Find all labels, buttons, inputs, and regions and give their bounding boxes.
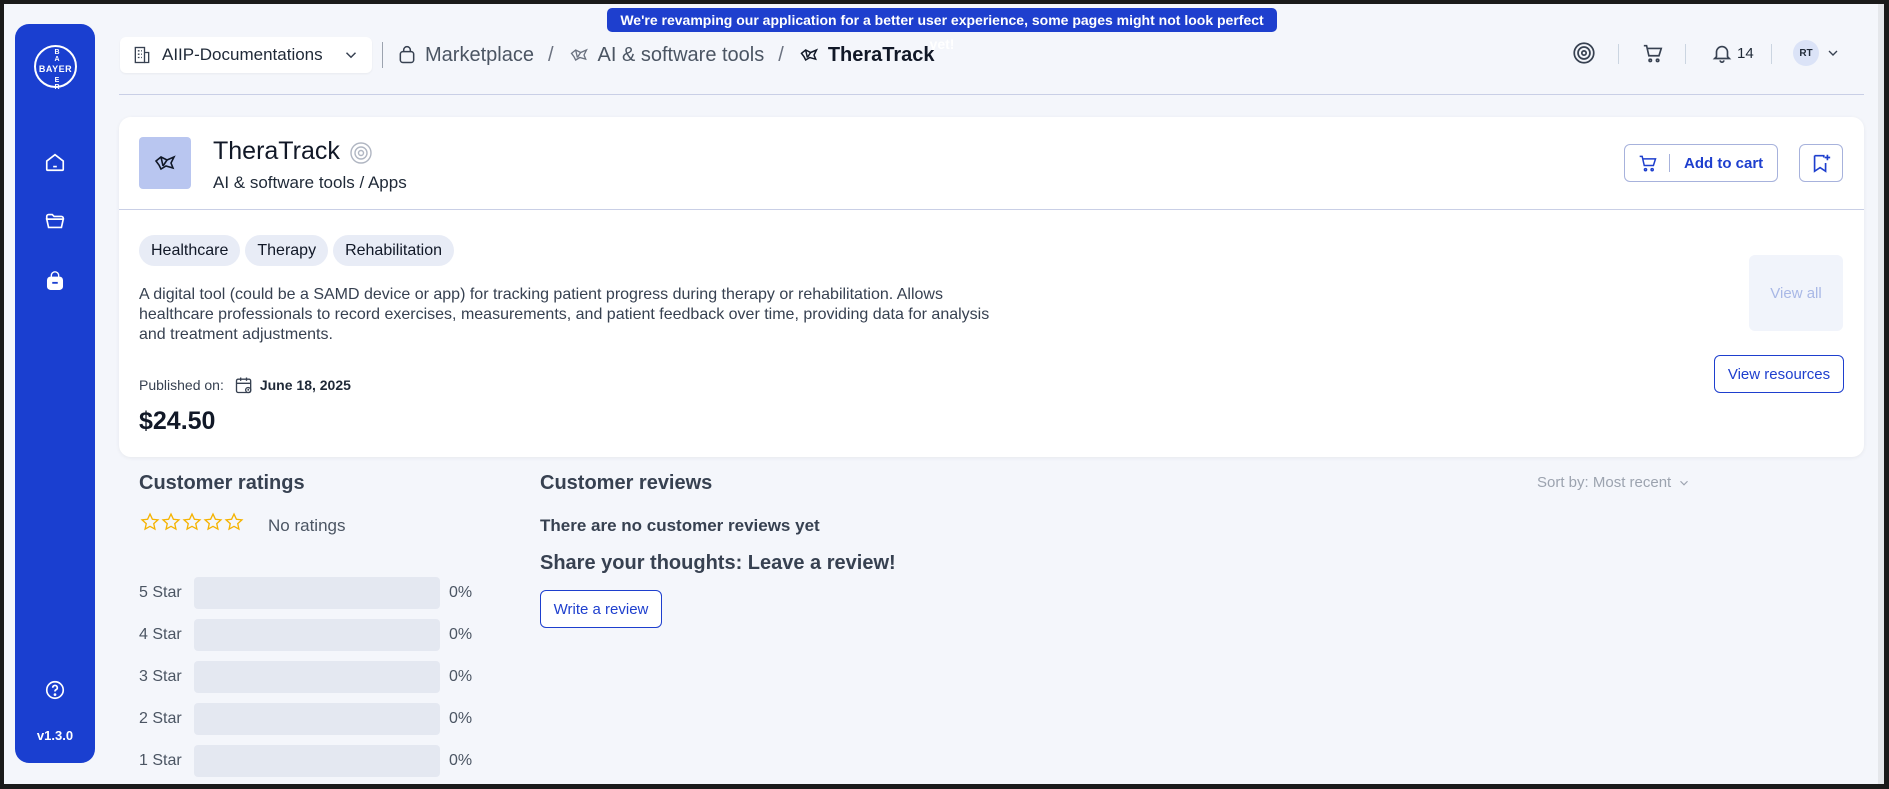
ai-tools-icon xyxy=(798,45,820,65)
logo-text-vertical: BAER xyxy=(54,49,60,91)
notifications-button[interactable]: 14 xyxy=(1711,38,1754,68)
customer-ratings-title: Customer ratings xyxy=(139,472,305,494)
rating-bar xyxy=(194,703,440,735)
tag[interactable]: Healthcare xyxy=(139,235,241,266)
product-description: A digital tool (could be a SAMD device o… xyxy=(139,286,990,343)
rating-row: 5 Star 0% xyxy=(139,577,479,609)
star-rating xyxy=(140,512,244,532)
rating-bar xyxy=(194,661,440,693)
organization-label: AIIP-Documentations xyxy=(162,45,323,64)
tag-list: Healthcare Therapy Rehabilitation xyxy=(139,235,455,266)
rating-row-label: 3 Star xyxy=(139,668,182,685)
star-icon xyxy=(203,512,223,531)
sort-label: Sort by: Most recent xyxy=(1537,474,1672,491)
settings-icon[interactable] xyxy=(1571,38,1597,68)
cart-icon xyxy=(1637,153,1659,173)
notification-count: 14 xyxy=(1737,44,1754,62)
rating-row-percent: 0% xyxy=(449,626,473,643)
chevron-down-icon xyxy=(1825,45,1841,61)
verified-badge-icon xyxy=(349,141,373,170)
bag-outline-icon xyxy=(397,44,417,66)
card-divider xyxy=(119,209,1864,210)
add-to-cart-label: Add to cart xyxy=(1684,154,1764,172)
rating-row: 4 Star 0% xyxy=(139,619,479,651)
rating-row-label: 2 Star xyxy=(139,710,182,727)
breadcrumb-marketplace[interactable]: Marketplace xyxy=(425,44,534,67)
breadcrumb: Marketplace / AI & software tools / Ther… xyxy=(397,40,935,70)
chevron-down-icon xyxy=(1677,476,1691,490)
rating-row-percent: 0% xyxy=(449,668,473,685)
write-review-button[interactable]: Write a review xyxy=(540,590,662,628)
add-to-cart-button[interactable]: Add to cart xyxy=(1624,144,1778,182)
star-icon xyxy=(182,512,202,531)
published-info: Published on: June 18, 2025 xyxy=(139,375,351,395)
header-divider xyxy=(382,42,383,68)
chevron-down-icon xyxy=(342,46,360,64)
published-date: June 18, 2025 xyxy=(259,377,351,393)
rating-row: 2 Star 0% xyxy=(139,703,479,735)
folder-icon[interactable] xyxy=(43,209,67,233)
rating-bar xyxy=(194,577,440,609)
ratings-summary: No ratings xyxy=(268,516,346,535)
help-icon[interactable] xyxy=(43,678,67,702)
view-resources-button[interactable]: View resources xyxy=(1714,355,1844,393)
bell-icon xyxy=(1711,42,1733,64)
toolbar-divider xyxy=(1685,44,1686,64)
avatar: RT xyxy=(1793,40,1819,66)
toolbar-divider xyxy=(1618,44,1619,64)
rating-row: 1 Star 0% xyxy=(139,745,479,777)
sidebar: BAYER BAER v1.3.0 xyxy=(15,24,95,763)
toolbar-divider xyxy=(1771,44,1772,64)
rating-row-label: 4 Star xyxy=(139,626,182,643)
view-all-button[interactable]: View all xyxy=(1749,255,1843,331)
rating-row-percent: 0% xyxy=(449,710,473,727)
organization-select[interactable]: AIIP-Documentations xyxy=(120,37,372,73)
rating-bar xyxy=(194,745,440,777)
rating-row: 3 Star 0% xyxy=(139,661,479,693)
home-icon[interactable] xyxy=(43,150,67,174)
star-icon xyxy=(140,512,160,531)
button-divider xyxy=(1669,154,1670,172)
product-title: TheraTrack xyxy=(213,137,340,165)
share-prompt: Share your thoughts: Leave a review! xyxy=(540,552,896,574)
product-category: AI & software tools / Apps xyxy=(213,173,407,192)
app-icon xyxy=(139,137,191,189)
product-card: TheraTrack AI & software tools / Apps Ad… xyxy=(119,117,1864,457)
app-frame: We're revamping our application for a be… xyxy=(4,4,1884,784)
user-menu[interactable]: RT xyxy=(1793,38,1841,68)
revamp-banner: We're revamping our application for a be… xyxy=(607,8,1277,52)
rating-bar xyxy=(194,619,440,651)
breadcrumb-separator: / xyxy=(778,43,784,66)
breadcrumb-ai-software-tools[interactable]: AI & software tools xyxy=(598,44,765,67)
star-icon xyxy=(161,512,181,531)
rating-row-label: 1 Star xyxy=(139,752,182,769)
breadcrumb-separator: / xyxy=(547,43,554,66)
page-scrollbar[interactable] xyxy=(1878,4,1884,784)
customer-reviews-title: Customer reviews xyxy=(540,472,713,494)
bookmark-add-icon xyxy=(1810,152,1832,174)
header-separator xyxy=(119,94,1864,95)
rating-row-label: 5 Star xyxy=(139,584,182,601)
rating-row-percent: 0% xyxy=(449,752,473,769)
breadcrumb-current: TheraTrack xyxy=(827,43,935,66)
building-icon xyxy=(132,45,152,65)
app-version: v1.3.0 xyxy=(36,728,74,743)
bag-icon[interactable] xyxy=(43,269,67,293)
sort-dropdown[interactable]: Sort by: Most recent xyxy=(1537,474,1691,491)
published-label: Published on: xyxy=(139,377,224,393)
bookmark-button[interactable] xyxy=(1799,144,1843,182)
tag[interactable]: Rehabilitation xyxy=(333,235,455,266)
bayer-logo[interactable]: BAYER BAER xyxy=(34,45,77,91)
no-reviews-message: There are no customer reviews yet xyxy=(540,516,820,535)
calendar-icon xyxy=(234,375,254,395)
ai-tools-icon xyxy=(568,45,590,65)
tag[interactable]: Therapy xyxy=(245,235,329,266)
product-price: $24.50 xyxy=(139,407,216,435)
star-icon xyxy=(224,512,244,531)
cart-icon[interactable] xyxy=(1642,38,1664,68)
rating-row-percent: 0% xyxy=(449,584,473,601)
